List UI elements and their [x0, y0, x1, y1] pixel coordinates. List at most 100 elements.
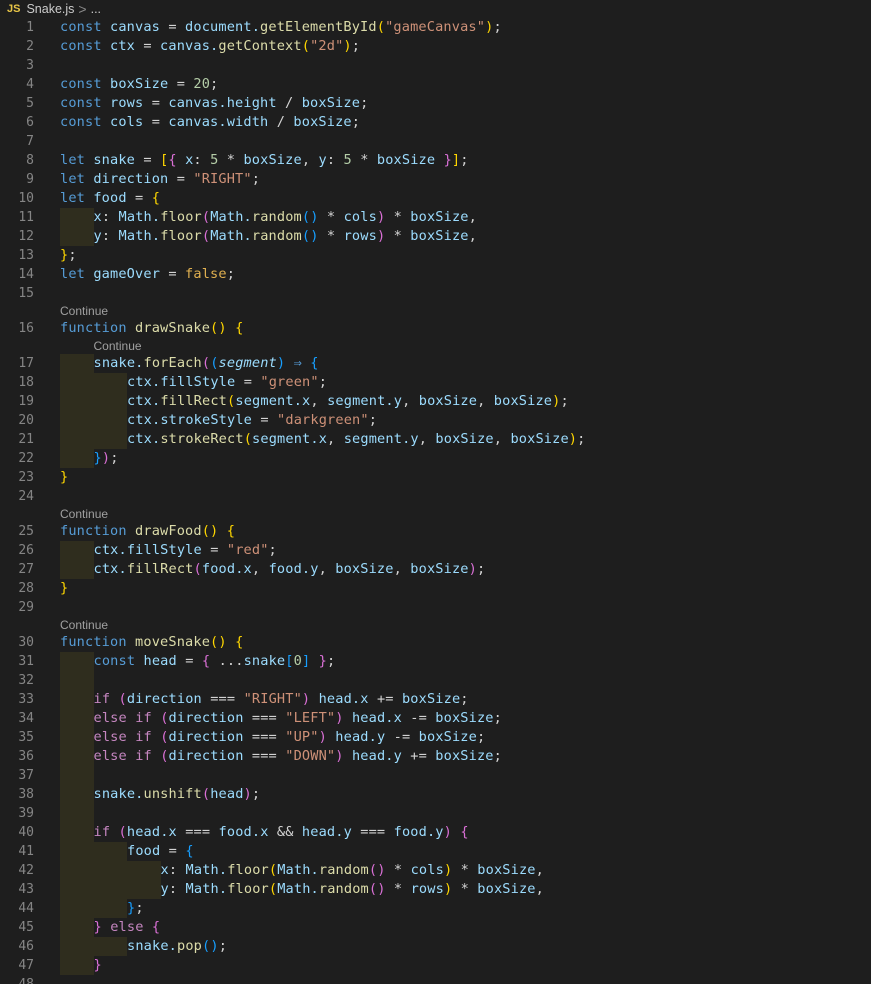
code-text[interactable]: ctx.fillStyle = "green"; [127, 373, 327, 392]
code-text[interactable]: const cols = canvas.width / boxSize; [60, 113, 360, 132]
code-line: 28} [0, 579, 871, 598]
line-number: 29 [18, 600, 34, 615]
code-text[interactable]: const head = { ...snake[0] }; [94, 652, 336, 671]
line-number: 13 [18, 248, 34, 263]
code-text[interactable]: else if (direction === "LEFT") head.x -=… [94, 709, 503, 728]
code-line: 24 [0, 487, 871, 506]
code-line: 9 let direction = "RIGHT"; [0, 170, 871, 189]
line-number: 6 [26, 115, 34, 130]
code-line: 25 function drawFood() { [0, 522, 871, 541]
code-text[interactable]: let direction = "RIGHT"; [60, 170, 260, 189]
code-line: 31 const head = { ...snake[0] }; [0, 652, 871, 671]
code-line: 30 function moveSnake() { [0, 633, 871, 652]
code-text[interactable]: x: Math.floor(Math.random() * cols) * bo… [161, 861, 545, 880]
code-text[interactable]: const boxSize = 20; [60, 75, 218, 94]
indent-guide [60, 208, 94, 227]
code-text[interactable]: else if (direction === "UP") head.y -= b… [94, 728, 486, 747]
code-line: 22}); [0, 449, 871, 468]
code-text[interactable]: } else { [94, 918, 161, 937]
code-text[interactable]: if (direction === "RIGHT") head.x += box… [94, 690, 469, 709]
codelens-continue: Continue [0, 506, 871, 522]
indent-guide [60, 392, 127, 411]
line-number: 19 [18, 394, 34, 409]
code-line: 17 snake.forEach((segment) ⇒ { [0, 354, 871, 373]
indent-guide [60, 937, 127, 956]
code-text[interactable]: snake.unshift(head); [94, 785, 261, 804]
code-text[interactable]: ctx.fillStyle = "red"; [94, 541, 277, 560]
code-text[interactable]: function drawSnake() { [60, 319, 243, 338]
codelens-continue-link[interactable]: Continue [60, 617, 108, 633]
code-text[interactable]: } [60, 468, 68, 487]
code-line: 29 [0, 598, 871, 617]
code-text[interactable]: snake.pop(); [127, 937, 227, 956]
code-text[interactable]: function drawFood() { [60, 522, 235, 541]
code-text[interactable]: ctx.strokeStyle = "darkgreen"; [127, 411, 377, 430]
line-number: 8 [26, 153, 34, 168]
codelens-continue-link[interactable]: Continue [94, 338, 142, 354]
indent-guide [60, 690, 94, 709]
line-number: 20 [18, 413, 34, 428]
code-text[interactable]: let snake = [{ x: 5 * boxSize, y: 5 * bo… [60, 151, 469, 170]
code-line: 36 else if (direction === "DOWN") head.y … [0, 747, 871, 766]
code-line: 46 snake.pop(); [0, 937, 871, 956]
code-text[interactable]: } [94, 956, 102, 975]
code-text[interactable]: const rows = canvas.height / boxSize; [60, 94, 368, 113]
code-line: 27 ctx.fillRect(food.x, food.y, boxSize, … [0, 560, 871, 579]
indent-guide [60, 861, 161, 880]
indent-guide [60, 709, 94, 728]
indent-guide [60, 842, 127, 861]
code-text[interactable]: ctx.fillRect(segment.x, segment.y, boxSi… [127, 392, 569, 411]
code-editor[interactable]: 1 const canvas = document.getElementById(… [0, 18, 871, 984]
code-text[interactable]: snake.forEach((segment) ⇒ { [94, 354, 319, 373]
indent-guide [60, 671, 94, 690]
codelens-continue: Continue [0, 303, 871, 319]
indent-guide [60, 449, 94, 468]
code-line: 19 ctx.fillRect(segment.x, segment.y, box… [0, 392, 871, 411]
code-line: 41 food = { [0, 842, 871, 861]
line-number: 21 [18, 432, 34, 447]
code-text[interactable]: else if (direction === "DOWN") head.y +=… [94, 747, 503, 766]
code-text[interactable]: function moveSnake() { [60, 633, 243, 652]
code-line: 6 const cols = canvas.width / boxSize; [0, 113, 871, 132]
codelens-continue: Continue [0, 617, 871, 633]
indent-guide [60, 918, 94, 937]
line-number: 5 [26, 96, 34, 111]
breadcrumb-file-name[interactable]: Snake.js [26, 2, 74, 16]
code-line: 21 ctx.strokeRect(segment.x, segment.y, b… [0, 430, 871, 449]
code-text[interactable]: }; [127, 899, 144, 918]
line-number: 44 [18, 901, 34, 916]
code-text[interactable]: ctx.fillRect(food.x, food.y, boxSize, bo… [94, 560, 486, 579]
code-text[interactable]: y: Math.floor(Math.random() * rows) * bo… [161, 880, 545, 899]
code-text[interactable]: food = { [127, 842, 194, 861]
line-number: 4 [26, 77, 34, 92]
code-text[interactable]: }; [60, 246, 77, 265]
code-line: 35 else if (direction === "UP") head.y -=… [0, 728, 871, 747]
line-number: 14 [18, 267, 34, 282]
line-number: 3 [26, 58, 34, 73]
line-number: 41 [18, 844, 34, 859]
code-line: 8 let snake = [{ x: 5 * boxSize, y: 5 * b… [0, 151, 871, 170]
code-text[interactable]: ctx.strokeRect(segment.x, segment.y, box… [127, 430, 585, 449]
line-number: 39 [18, 806, 34, 821]
codelens-continue-link[interactable]: Continue [60, 303, 108, 319]
code-line: 32 [0, 671, 871, 690]
line-number: 36 [18, 749, 34, 764]
code-line: 47} [0, 956, 871, 975]
code-text[interactable]: const canvas = document.getElementById("… [60, 18, 502, 37]
codelens-continue-link[interactable]: Continue [60, 506, 108, 522]
code-text[interactable]: const ctx = canvas.getContext("2d"); [60, 37, 360, 56]
breadcrumb-symbols[interactable]: ... [91, 2, 101, 16]
code-text[interactable]: y: Math.floor(Math.random() * rows) * bo… [94, 227, 478, 246]
line-number: 46 [18, 939, 34, 954]
code-text[interactable]: } [60, 579, 68, 598]
code-text[interactable]: }); [94, 449, 119, 468]
code-text[interactable]: x: Math.floor(Math.random() * cols) * bo… [94, 208, 478, 227]
code-text[interactable]: let gameOver = false; [60, 265, 235, 284]
code-text[interactable]: if (head.x === food.x && head.y === food… [94, 823, 469, 842]
code-text[interactable]: let food = { [60, 189, 160, 208]
code-line: 34 else if (direction === "LEFT") head.x … [0, 709, 871, 728]
line-number: 37 [18, 768, 34, 783]
line-number: 22 [18, 451, 34, 466]
line-number: 28 [18, 581, 34, 596]
code-line: 38 snake.unshift(head); [0, 785, 871, 804]
